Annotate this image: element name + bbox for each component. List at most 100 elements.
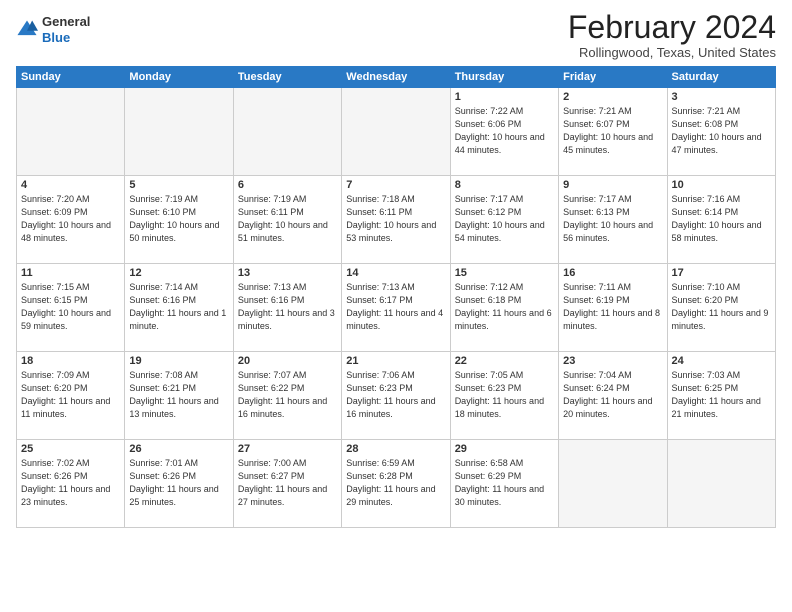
day-number: 9: [563, 179, 662, 191]
calendar-cell: 21 Sunrise: 7:06 AM Sunset: 6:23 PM Dayli…: [342, 352, 450, 440]
weekday-header-row: SundayMondayTuesdayWednesdayThursdayFrid…: [17, 67, 776, 88]
day-info: Sunrise: 7:12 AM Sunset: 6:18 PM Dayligh…: [455, 281, 554, 333]
day-number: 11: [21, 267, 120, 279]
day-number: 5: [129, 179, 228, 191]
day-number: 13: [238, 267, 337, 279]
weekday-header: Saturday: [667, 67, 775, 88]
calendar-week-row: 11 Sunrise: 7:15 AM Sunset: 6:15 PM Dayli…: [17, 264, 776, 352]
day-info: Sunrise: 7:13 AM Sunset: 6:16 PM Dayligh…: [238, 281, 337, 333]
logo-blue: Blue: [42, 30, 70, 45]
day-info: Sunrise: 7:07 AM Sunset: 6:22 PM Dayligh…: [238, 369, 337, 421]
calendar-cell: 8 Sunrise: 7:17 AM Sunset: 6:12 PM Daylig…: [450, 176, 558, 264]
calendar-cell: 14 Sunrise: 7:13 AM Sunset: 6:17 PM Dayli…: [342, 264, 450, 352]
day-info: Sunrise: 7:08 AM Sunset: 6:21 PM Dayligh…: [129, 369, 228, 421]
day-info: Sunrise: 7:17 AM Sunset: 6:13 PM Dayligh…: [563, 193, 662, 245]
day-number: 14: [346, 267, 445, 279]
calendar-cell: 29 Sunrise: 6:58 AM Sunset: 6:29 PM Dayli…: [450, 440, 558, 528]
calendar-cell: 25 Sunrise: 7:02 AM Sunset: 6:26 PM Dayli…: [17, 440, 125, 528]
day-number: 27: [238, 443, 337, 455]
day-info: Sunrise: 7:14 AM Sunset: 6:16 PM Dayligh…: [129, 281, 228, 333]
day-number: 18: [21, 355, 120, 367]
weekday-header: Thursday: [450, 67, 558, 88]
day-number: 4: [21, 179, 120, 191]
calendar-cell: 3 Sunrise: 7:21 AM Sunset: 6:08 PM Daylig…: [667, 88, 775, 176]
calendar-cell: [342, 88, 450, 176]
weekday-header: Wednesday: [342, 67, 450, 88]
day-info: Sunrise: 7:20 AM Sunset: 6:09 PM Dayligh…: [21, 193, 120, 245]
weekday-header: Monday: [125, 67, 233, 88]
calendar-cell: 9 Sunrise: 7:17 AM Sunset: 6:13 PM Daylig…: [559, 176, 667, 264]
day-info: Sunrise: 7:00 AM Sunset: 6:27 PM Dayligh…: [238, 457, 337, 509]
day-info: Sunrise: 7:01 AM Sunset: 6:26 PM Dayligh…: [129, 457, 228, 509]
title-block: February 2024 Rollingwood, Texas, United…: [568, 10, 776, 60]
calendar-cell: [233, 88, 341, 176]
day-number: 20: [238, 355, 337, 367]
day-info: Sunrise: 7:02 AM Sunset: 6:26 PM Dayligh…: [21, 457, 120, 509]
day-number: 8: [455, 179, 554, 191]
day-info: Sunrise: 6:59 AM Sunset: 6:28 PM Dayligh…: [346, 457, 445, 509]
calendar-cell: 4 Sunrise: 7:20 AM Sunset: 6:09 PM Daylig…: [17, 176, 125, 264]
day-info: Sunrise: 7:21 AM Sunset: 6:08 PM Dayligh…: [672, 105, 771, 157]
calendar-cell: 12 Sunrise: 7:14 AM Sunset: 6:16 PM Dayli…: [125, 264, 233, 352]
calendar-week-row: 4 Sunrise: 7:20 AM Sunset: 6:09 PM Daylig…: [17, 176, 776, 264]
calendar-cell: 28 Sunrise: 6:59 AM Sunset: 6:28 PM Dayli…: [342, 440, 450, 528]
day-info: Sunrise: 7:13 AM Sunset: 6:17 PM Dayligh…: [346, 281, 445, 333]
weekday-header: Friday: [559, 67, 667, 88]
day-info: Sunrise: 7:22 AM Sunset: 6:06 PM Dayligh…: [455, 105, 554, 157]
day-info: Sunrise: 7:19 AM Sunset: 6:10 PM Dayligh…: [129, 193, 228, 245]
calendar-cell: [125, 88, 233, 176]
day-number: 19: [129, 355, 228, 367]
location: Rollingwood, Texas, United States: [568, 45, 776, 60]
calendar-cell: 1 Sunrise: 7:22 AM Sunset: 6:06 PM Daylig…: [450, 88, 558, 176]
day-info: Sunrise: 6:58 AM Sunset: 6:29 PM Dayligh…: [455, 457, 554, 509]
calendar-week-row: 18Sunrise: 7:09 AM Sunset: 6:20 PM Dayli…: [17, 352, 776, 440]
day-number: 25: [21, 443, 120, 455]
logo-general: General: [42, 14, 90, 29]
day-info: Sunrise: 7:16 AM Sunset: 6:14 PM Dayligh…: [672, 193, 771, 245]
calendar-cell: 16Sunrise: 7:11 AM Sunset: 6:19 PM Dayli…: [559, 264, 667, 352]
day-info: Sunrise: 7:18 AM Sunset: 6:11 PM Dayligh…: [346, 193, 445, 245]
day-number: 15: [455, 267, 554, 279]
day-number: 12: [129, 267, 228, 279]
calendar-cell: 22 Sunrise: 7:05 AM Sunset: 6:23 PM Dayli…: [450, 352, 558, 440]
day-number: 28: [346, 443, 445, 455]
calendar-cell: 19 Sunrise: 7:08 AM Sunset: 6:21 PM Dayli…: [125, 352, 233, 440]
day-number: 23: [563, 355, 662, 367]
day-number: 22: [455, 355, 554, 367]
calendar-cell: 5 Sunrise: 7:19 AM Sunset: 6:10 PM Daylig…: [125, 176, 233, 264]
day-number: 7: [346, 179, 445, 191]
day-number: 6: [238, 179, 337, 191]
day-number: 3: [672, 91, 771, 103]
logo-text: General Blue: [42, 14, 90, 45]
logo: General Blue: [16, 14, 90, 45]
weekday-header: Sunday: [17, 67, 125, 88]
day-number: 2: [563, 91, 662, 103]
day-number: 16: [563, 267, 662, 279]
calendar-cell: 27 Sunrise: 7:00 AM Sunset: 6:27 PM Dayli…: [233, 440, 341, 528]
day-info: Sunrise: 7:03 AM Sunset: 6:25 PM Dayligh…: [672, 369, 771, 421]
day-number: 29: [455, 443, 554, 455]
calendar-cell: [667, 440, 775, 528]
calendar-table: SundayMondayTuesdayWednesdayThursdayFrid…: [16, 66, 776, 528]
weekday-header: Tuesday: [233, 67, 341, 88]
calendar-cell: 18Sunrise: 7:09 AM Sunset: 6:20 PM Dayli…: [17, 352, 125, 440]
calendar-cell: [559, 440, 667, 528]
day-info: Sunrise: 7:15 AM Sunset: 6:15 PM Dayligh…: [21, 281, 120, 333]
calendar-cell: 13 Sunrise: 7:13 AM Sunset: 6:16 PM Dayli…: [233, 264, 341, 352]
calendar-cell: 2 Sunrise: 7:21 AM Sunset: 6:07 PM Daylig…: [559, 88, 667, 176]
calendar-week-row: 1 Sunrise: 7:22 AM Sunset: 6:06 PM Daylig…: [17, 88, 776, 176]
day-number: 1: [455, 91, 554, 103]
day-info: Sunrise: 7:17 AM Sunset: 6:12 PM Dayligh…: [455, 193, 554, 245]
day-number: 10: [672, 179, 771, 191]
calendar-cell: 10 Sunrise: 7:16 AM Sunset: 6:14 PM Dayli…: [667, 176, 775, 264]
calendar-cell: 23Sunrise: 7:04 AM Sunset: 6:24 PM Dayli…: [559, 352, 667, 440]
day-info: Sunrise: 7:05 AM Sunset: 6:23 PM Dayligh…: [455, 369, 554, 421]
day-number: 17: [672, 267, 771, 279]
day-info: Sunrise: 7:21 AM Sunset: 6:07 PM Dayligh…: [563, 105, 662, 157]
day-info: Sunrise: 7:10 AM Sunset: 6:20 PM Dayligh…: [672, 281, 771, 333]
month-title: February 2024: [568, 10, 776, 45]
calendar-cell: 15 Sunrise: 7:12 AM Sunset: 6:18 PM Dayli…: [450, 264, 558, 352]
day-number: 21: [346, 355, 445, 367]
day-info: Sunrise: 7:06 AM Sunset: 6:23 PM Dayligh…: [346, 369, 445, 421]
calendar-cell: 26Sunrise: 7:01 AM Sunset: 6:26 PM Dayli…: [125, 440, 233, 528]
